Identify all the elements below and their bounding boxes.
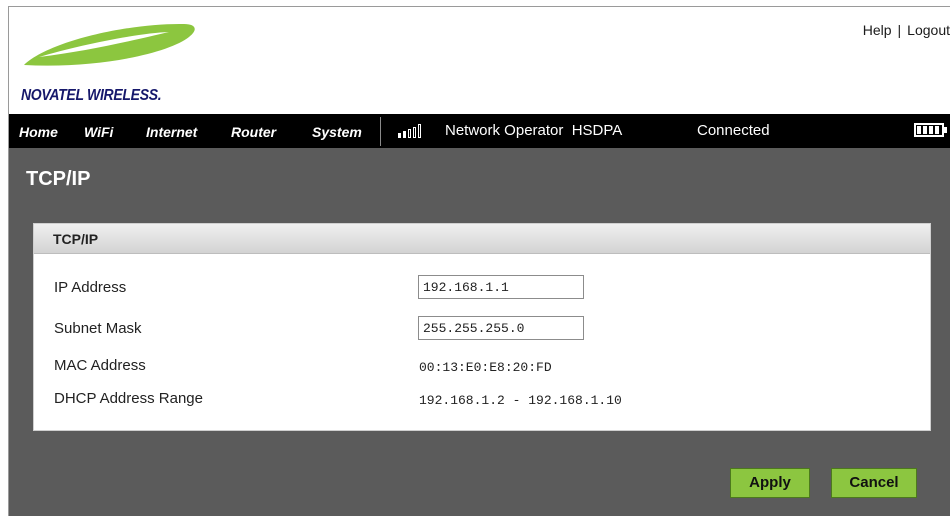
nav-internet[interactable]: Internet (146, 124, 197, 140)
operator-name: Network Operator (445, 122, 564, 139)
logout-link[interactable]: Logout (907, 22, 950, 38)
top-navbar: Home WiFi Internet Router System Network… (9, 114, 950, 148)
header: NOVATEL WIRELESS. Help | Logout (9, 7, 950, 114)
nav-divider (380, 117, 381, 146)
logo-text: NOVATEL WIRELESS. (21, 85, 162, 104)
apply-button[interactable]: Apply (730, 468, 810, 498)
browser-page: NOVATEL WIRELESS. Help | Logout Home WiFi … (8, 6, 950, 516)
cancel-button[interactable]: Cancel (831, 468, 917, 498)
panel-title: TCP/IP (53, 231, 99, 247)
mac-address-label: MAC Address (54, 357, 146, 374)
novatel-logo: NOVATEL WIRELESS. (19, 19, 219, 104)
battery-tip (944, 127, 947, 133)
tcpip-panel: TCP/IP IP Address Subnet Mask MAC Addres… (33, 223, 931, 431)
connection-status: Connected (697, 122, 770, 139)
ip-address-input[interactable] (418, 275, 584, 299)
subnet-mask-label: Subnet Mask (54, 320, 142, 337)
main-content: TCP/IP TCP/IP IP Address Subnet Mask MAC… (9, 148, 950, 516)
battery-icon (914, 123, 944, 137)
header-links: Help | Logout (863, 22, 950, 38)
dhcp-range-value: 192.168.1.2 - 192.168.1.10 (419, 393, 622, 408)
mac-address-value: 00:13:E0:E8:20:FD (419, 360, 552, 375)
subnet-mask-input[interactable] (418, 316, 584, 340)
ip-address-label: IP Address (54, 279, 127, 296)
dhcp-range-label: DHCP Address Range (54, 390, 203, 407)
nav-wifi[interactable]: WiFi (84, 124, 113, 140)
nav-system[interactable]: System (312, 124, 362, 140)
panel-header: TCP/IP (34, 224, 930, 254)
network-status: Network Operator HSDPA (445, 122, 622, 139)
logo-swoosh-icon (24, 23, 195, 66)
page-title: TCP/IP (26, 168, 91, 190)
nav-router[interactable]: Router (231, 124, 276, 140)
network-type: HSDPA (571, 122, 623, 139)
link-separator: | (897, 22, 902, 38)
help-link[interactable]: Help (863, 22, 892, 38)
nav-home[interactable]: Home (19, 124, 58, 140)
